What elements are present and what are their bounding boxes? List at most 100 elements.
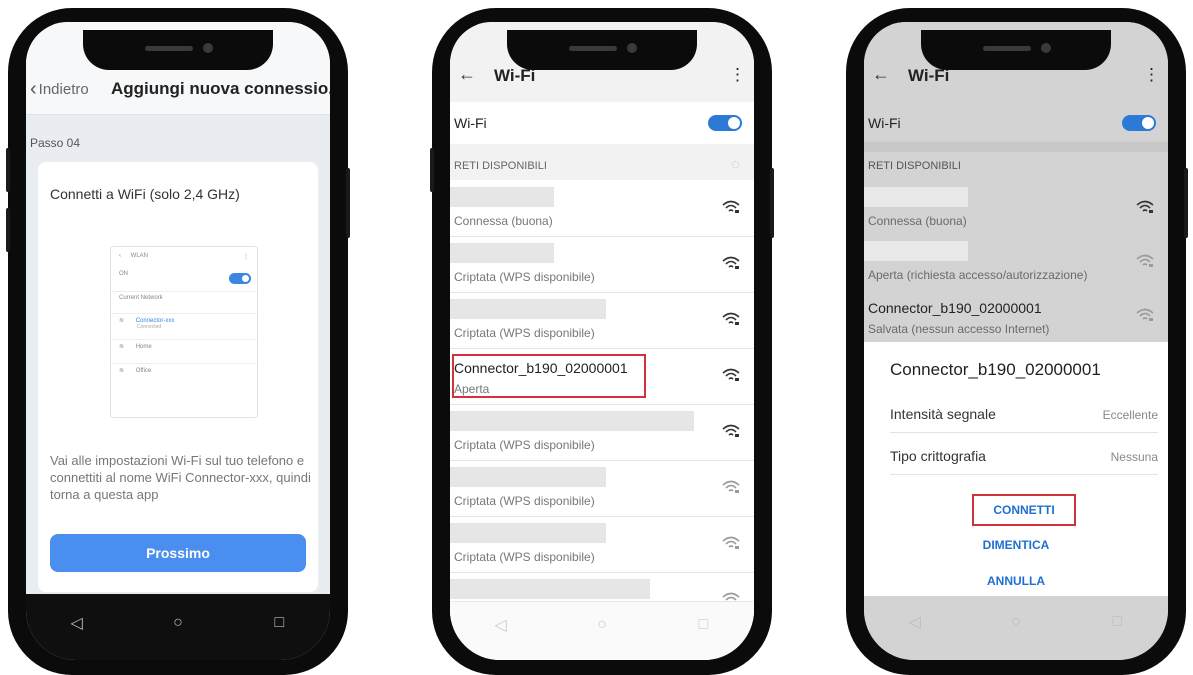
wifi-signal-icon — [1136, 200, 1154, 214]
phone-network-dialog: ← Wi-Fi ⋮ Wi-Fi RETI DISPONIBILI Conness… — [846, 8, 1188, 675]
network-item[interactable]: Criptata (WPS disponibile) — [450, 516, 754, 573]
recents-square-icon[interactable]: □ — [1097, 613, 1137, 631]
mini-current: Current Network — [119, 295, 163, 301]
android-nav-bar: ◁ ○ □ — [450, 601, 754, 660]
wifi-signal-icon — [722, 312, 740, 326]
android-nav-bar: ◁ ○ □ — [26, 594, 330, 660]
more-vert-icon[interactable]: ⋮ — [1143, 65, 1160, 85]
phone-wifi-list: ← Wi-Fi ⋮ Wi-Fi RETI DISPONIBILI ◌ Conne… — [430, 8, 774, 675]
redacted-network-name — [864, 241, 968, 261]
wifi-toggle[interactable] — [1122, 115, 1156, 131]
redacted-network-name — [450, 243, 554, 263]
network-item[interactable]: Connessa (buona) — [450, 180, 754, 237]
network-dialog: Connector_b190_02000001 Intensità segnal… — [864, 342, 1168, 600]
wifi-toggle[interactable] — [708, 115, 742, 131]
signal-label: Intensità segnale — [890, 406, 996, 422]
wifi-label: Wi-Fi — [868, 115, 901, 131]
wifi-signal-icon — [722, 480, 740, 494]
cancel-button[interactable]: ANNULLA — [864, 574, 1168, 588]
mini-title: WLAN — [130, 253, 149, 259]
redacted-network-name — [864, 187, 968, 207]
network-item[interactable]: Connessa (buona) — [864, 180, 1168, 235]
redacted-network-name — [450, 299, 606, 319]
signal-value: Eccellente — [1102, 408, 1158, 422]
network-list: Connessa (buona) Criptata (WPS disponibil… — [450, 180, 754, 660]
mini-net2: Home — [135, 344, 152, 350]
wifi-signal-icon — [722, 368, 740, 382]
home-circle-icon[interactable]: ○ — [996, 613, 1036, 631]
back-triangle-icon[interactable]: ◁ — [481, 615, 521, 635]
network-name: Connector_b190_02000001 — [868, 300, 1042, 316]
network-item[interactable]: Criptata (WPS disponibile) — [450, 404, 754, 461]
wifi-signal-icon — [722, 256, 740, 270]
wifi-signal-icon — [722, 200, 740, 214]
network-item[interactable]: Criptata (WPS disponibile) — [450, 460, 754, 517]
back-triangle-icon[interactable]: ◁ — [895, 612, 935, 632]
network-item[interactable]: Criptata (WPS disponibile) — [450, 236, 754, 293]
wifi-signal-icon — [722, 536, 740, 550]
network-item[interactable]: Connector_b190_02000001 Salvata (nessun a… — [864, 288, 1168, 343]
more-vert-icon[interactable]: ⋮ — [729, 65, 746, 85]
network-item[interactable]: Aperta (richiesta accesso/autorizzazione… — [864, 234, 1168, 289]
phone-add-connection: ‹ Indietro Aggiungi nuova connessio... P… — [6, 8, 350, 675]
dialog-title: Connector_b190_02000001 — [890, 360, 1101, 379]
back-label: Indietro — [38, 81, 89, 98]
wifi-signal-icon — [722, 424, 740, 438]
phone3-screen: ← Wi-Fi ⋮ Wi-Fi RETI DISPONIBILI Conness… — [864, 22, 1168, 660]
wlan-illustration: ‹ WLAN ⋮ ON Current Network ≋ Connector-… — [110, 246, 258, 418]
redacted-network-name — [450, 579, 650, 599]
arrow-left-icon[interactable]: ← — [872, 64, 890, 85]
wifi-signal-icon — [1136, 254, 1154, 268]
back-arrow-icon: ‹ — [119, 253, 121, 259]
back-triangle-icon[interactable]: ◁ — [57, 613, 97, 633]
network-status: Criptata (WPS disponibile) — [454, 494, 595, 508]
wifi-signal-icon — [1136, 308, 1154, 322]
network-status: Aperta (richiesta accesso/autorizzazione… — [868, 268, 1088, 282]
redacted-network-name — [450, 523, 606, 543]
connect-button[interactable]: CONNETTI — [972, 494, 1076, 526]
network-list: Connessa (buona) Aperta (richiesta access… — [864, 180, 1168, 356]
forget-button[interactable]: DIMENTICA — [864, 538, 1168, 552]
step-label: Passo 04 — [30, 136, 81, 150]
home-circle-icon[interactable]: ○ — [582, 616, 622, 634]
wifi-toggle-row[interactable]: Wi-Fi — [450, 102, 754, 144]
wifi-icon: ≋ — [119, 368, 125, 374]
wifi-icon: ≋ — [119, 318, 125, 324]
android-nav-bar: ◁ ○ □ — [864, 596, 1168, 660]
next-button[interactable]: Prossimo — [50, 534, 306, 572]
encryption-value: Nessuna — [1110, 450, 1158, 464]
instructions-text: Vai alle impostazioni Wi-Fi sul tuo tele… — [50, 453, 311, 502]
recents-square-icon[interactable]: □ — [259, 614, 299, 632]
page-title: Aggiungi nuova connessio... — [111, 79, 330, 98]
network-status: Criptata (WPS disponibile) — [454, 326, 595, 340]
network-item[interactable]: Criptata (WPS disponibile) — [450, 292, 754, 349]
chevron-left-icon: ‹ — [30, 78, 37, 100]
mini-net3: Office — [135, 368, 152, 374]
arrow-left-icon[interactable]: ← — [458, 64, 476, 85]
section-header: RETI DISPONIBILI — [868, 160, 961, 172]
redacted-network-name — [450, 467, 606, 487]
network-item[interactable]: Connector_b190_02000001 Aperta — [450, 348, 754, 405]
mini-on: ON — [119, 271, 128, 277]
mini-toggle — [229, 273, 251, 284]
redacted-network-name — [450, 187, 554, 207]
redacted-network-name — [450, 411, 694, 431]
wifi-icon: ≋ — [119, 344, 125, 350]
network-status: Salvata (nessun accesso Internet) — [868, 322, 1050, 336]
phone1-screen: ‹ Indietro Aggiungi nuova connessio... P… — [26, 22, 330, 660]
network-status: Criptata (WPS disponibile) — [454, 270, 595, 284]
network-status: Connessa (buona) — [454, 214, 553, 228]
mini-net1-sub: Connected — [137, 324, 162, 330]
network-status: Criptata (WPS disponibile) — [454, 550, 595, 564]
instruction-card: Connetti a WiFi (solo 2,4 GHz) ‹ WLAN ⋮ … — [38, 162, 318, 592]
network-status: Criptata (WPS disponibile) — [454, 438, 595, 452]
network-status: Connessa (buona) — [868, 214, 967, 228]
highlight-box — [452, 354, 646, 398]
wifi-toggle-row[interactable]: Wi-Fi — [864, 102, 1168, 144]
back-link[interactable]: ‹ Indietro — [30, 78, 89, 101]
card-heading: Connetti a WiFi (solo 2,4 GHz) — [50, 186, 240, 202]
section-header: RETI DISPONIBILI — [454, 160, 547, 172]
loading-spinner-icon: ◌ — [731, 156, 740, 173]
recents-square-icon[interactable]: □ — [683, 616, 723, 634]
home-circle-icon[interactable]: ○ — [158, 614, 198, 632]
